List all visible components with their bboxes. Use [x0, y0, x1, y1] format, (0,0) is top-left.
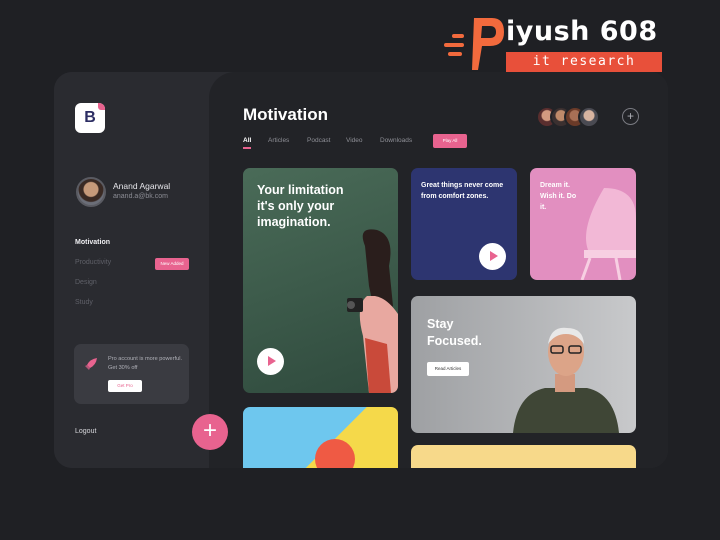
main-content: Motivation All Articles Podcast Video Do… [209, 72, 668, 468]
tab-video[interactable]: Video [346, 137, 363, 144]
watermark-logo: iyush 608 it research [440, 12, 670, 74]
p-logo-icon [472, 18, 504, 70]
user-name: Anand Agarwal [113, 181, 171, 191]
sidebar-item-study[interactable]: Study [75, 299, 93, 306]
watermark-name: iyush 608 [506, 16, 658, 47]
man-portrait-illustration [513, 327, 619, 433]
photographer-illustration [347, 229, 398, 393]
brand-logo[interactable]: B [75, 103, 105, 133]
tab-podcast[interactable]: Podcast [307, 137, 331, 144]
page-title: Motivation [243, 105, 328, 124]
sidebar-item-productivity[interactable]: Productivity [75, 259, 111, 266]
speed-lines-icon [444, 34, 464, 61]
avatar[interactable] [578, 106, 600, 128]
read-articles-button[interactable]: Read Articles [427, 362, 469, 376]
comfort-zones-card[interactable]: Great things never come from comfort zon… [411, 168, 517, 280]
get-pro-button[interactable]: Get Pro [108, 380, 142, 392]
tab-downloads[interactable]: Downloads [380, 137, 412, 144]
colorful-card[interactable] [243, 407, 398, 468]
promo-text: Pro account is more powerful. Get 30% of… [108, 356, 182, 371]
tab-articles[interactable]: Articles [268, 137, 289, 144]
sidebar-item-design[interactable]: Design [75, 279, 97, 286]
stay-focused-card[interactable]: Stay Focused. Read Articles [411, 296, 636, 433]
tab-all[interactable]: All [243, 137, 251, 144]
add-fab-button[interactable]: + [192, 414, 228, 450]
play-all-button[interactable]: Play All [433, 134, 467, 148]
card-title: Stay Focused. [427, 317, 482, 348]
new-added-badge: New Added [155, 258, 189, 270]
logout-link[interactable]: Logout [75, 428, 96, 435]
card-quote: Great things never come from comfort zon… [421, 182, 504, 200]
orange-slice-illustration [315, 439, 355, 468]
yellow-card[interactable] [411, 445, 636, 468]
user-avatar[interactable] [76, 177, 106, 207]
imagination-card[interactable]: Your limitation it's only your imaginati… [243, 168, 398, 393]
active-tab-indicator [243, 147, 251, 149]
watermark-tagline: it research [506, 52, 662, 72]
chair-illustration [580, 188, 636, 280]
card-quote: Dream it. Wish it. Do it. [540, 182, 577, 211]
user-email: anand.a@bk.com [113, 193, 168, 200]
play-button[interactable] [257, 348, 284, 375]
add-collaborator-button[interactable]: + [622, 108, 639, 125]
app-window: B Anand Agarwal anand.a@bk.com Motivatio… [54, 72, 668, 468]
sidebar: B Anand Agarwal anand.a@bk.com Motivatio… [54, 72, 209, 468]
promo-card: Pro account is more powerful. Get 30% of… [74, 344, 189, 404]
rocket-icon [84, 357, 98, 374]
card-quote: Your limitation it's only your imaginati… [257, 183, 344, 229]
sidebar-item-motivation[interactable]: Motivation [75, 239, 110, 246]
play-button[interactable] [479, 243, 506, 270]
dream-it-card[interactable]: Dream it. Wish it. Do it. [530, 168, 636, 280]
